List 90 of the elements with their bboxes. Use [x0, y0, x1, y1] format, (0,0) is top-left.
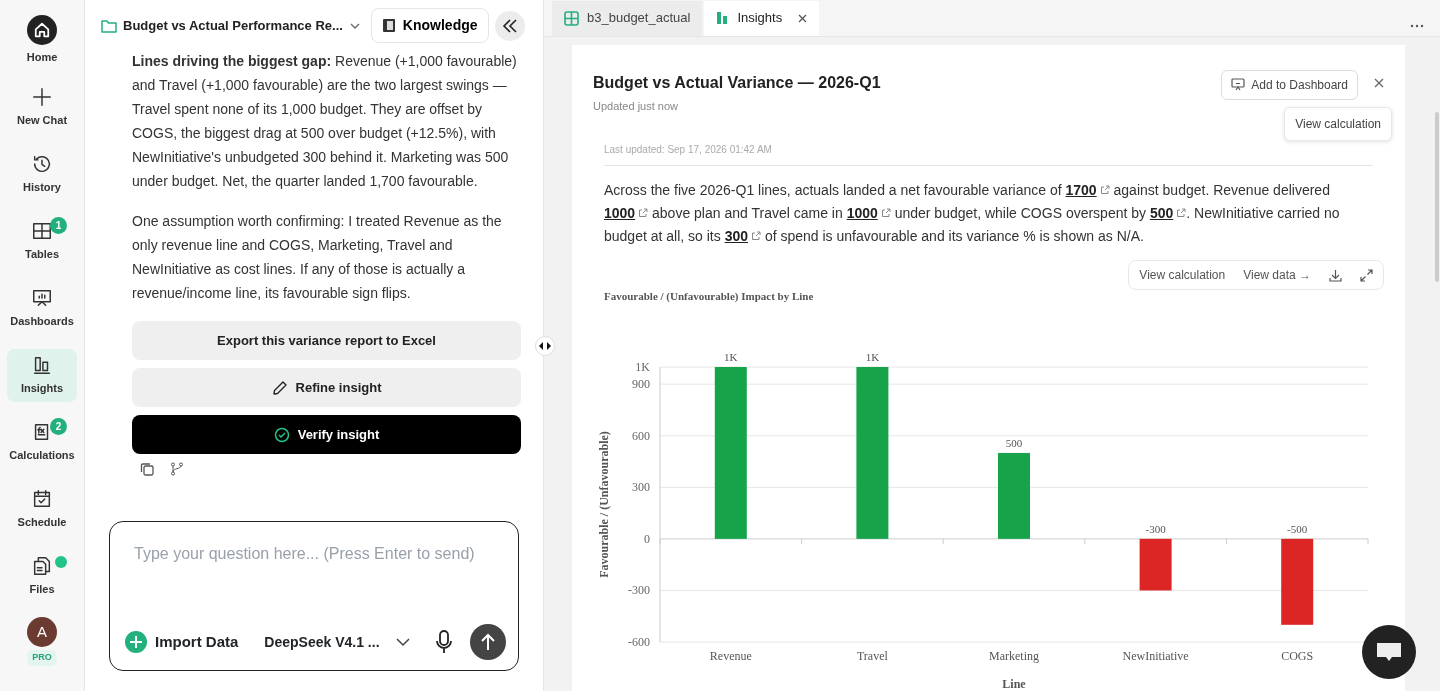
plan-badge: PRO: [27, 650, 57, 666]
plus-circle-icon: [125, 631, 147, 653]
y-axis-title: Favourable / (Unfavourable): [597, 430, 611, 578]
value-link[interactable]: 300: [724, 228, 761, 245]
count-badge: 1: [50, 217, 67, 234]
y-tick-label: -300: [628, 583, 650, 598]
bar: [1139, 538, 1172, 591]
view-calculation-button[interactable]: View calculation: [1284, 106, 1392, 141]
nav-item[interactable]: Files: [7, 550, 77, 603]
collapse-button[interactable]: [494, 10, 525, 41]
double-chevron-left-icon: [501, 18, 518, 33]
book-icon: [381, 18, 396, 33]
external-link-icon: [751, 231, 761, 242]
presentation-icon: [1231, 78, 1246, 92]
chat-input[interactable]: Type your question here... (Press Enter to send) Import Data DeepSeek V4.1 ...: [109, 521, 519, 671]
y-tick-label: 1K: [635, 359, 650, 374]
import-data-button[interactable]: Import Data: [124, 629, 240, 655]
action-button[interactable]: Refine insight: [132, 368, 521, 407]
chat-title: Budget vs Actual Performance Re...: [123, 16, 343, 35]
value-link[interactable]: 1700: [1065, 182, 1110, 199]
value-link[interactable]: 500: [1149, 205, 1187, 222]
nav-item[interactable]: Calculations 2: [7, 416, 77, 469]
message-text: One assumption worth confirming: I treated Revenue as the only revenue line and COGS, Marketing, Travel and NewInitiative as cost lines. If any of those is actually a revenue/income line, its favourable sign flips.: [132, 212, 503, 303]
value-label: 1K: [865, 350, 880, 363]
y-tick-label: -600: [628, 634, 650, 649]
action-button[interactable]: Export this variance report to Excel: [132, 321, 521, 360]
nav-item[interactable]: History: [7, 148, 77, 201]
value-label: -500: [1287, 522, 1308, 535]
resize-handle[interactable]: [535, 336, 555, 356]
microphone-button[interactable]: [434, 629, 454, 655]
chevron-down-icon[interactable]: [348, 21, 361, 30]
y-tick-label: 600: [632, 428, 650, 443]
x-tick-label: Revenue: [709, 648, 752, 663]
x-tick-label: NewInitiative: [1122, 648, 1189, 663]
value-link[interactable]: 1000: [846, 205, 891, 222]
table-icon: [564, 10, 579, 26]
external-link-icon: [1176, 208, 1187, 219]
nav-item[interactable]: Home: [7, 14, 77, 67]
external-link-icon: [880, 208, 891, 219]
view-data-button[interactable]: View data →: [1243, 266, 1311, 285]
bar-chart-icon: [716, 11, 730, 26]
microphone-icon: [435, 630, 453, 654]
send-button[interactable]: [470, 624, 506, 660]
nav-item[interactable]: Schedule: [7, 483, 77, 536]
message-text: Lines driving the biggest gap: Revenue (+1,000 favourable) and Travel (+1,000 favourable) are the two largest swings — Travel spent none of its 1,000 budget. They are offset by COGS, the biggest drag at 500 over budget (+12.5%), with NewInitiative's unbudgeted 300 behind it. Marketing was 500 under budget. Net, the quarter landed 1,700 favourable.: [132, 52, 518, 191]
updated-text: Updated just now: [593, 98, 679, 114]
copy-icon[interactable]: [140, 462, 154, 476]
knowledge-button[interactable]: Knowledge: [370, 8, 489, 43]
nav-item[interactable]: Dashboards: [7, 282, 77, 335]
double-arrow-icon: [539, 342, 551, 350]
folder-icon: [101, 18, 117, 33]
pencil-icon: [271, 379, 288, 396]
external-link-icon: [638, 208, 649, 219]
scrollbar-thumb[interactable]: [1435, 112, 1439, 282]
close-icon[interactable]: [798, 13, 808, 23]
x-tick-label: Travel: [856, 648, 888, 663]
y-tick-label: 0: [644, 531, 650, 546]
nav-item[interactable]: New Chat: [7, 81, 77, 134]
summary-text: Across the five 2026-Q1 lines, actuals landed a net favourable variance of 1700 against budget. Revenue delivered 1000 above plan and Travel came in 1000 under budget, while COGS overspent by 500 . NewInitiative carried no budget at all, so its 300 of spend is unfavourable and its variance % is shown as N/A.: [604, 181, 1341, 247]
external-link-icon: [1099, 185, 1110, 196]
x-tick-label: Marketing: [989, 648, 1039, 663]
more-icon[interactable]: [1410, 23, 1424, 28]
y-tick-label: 900: [632, 376, 650, 391]
arrow-up-icon: [480, 633, 496, 651]
last-updated-text: Last updated: Sep 17, 2026 01:42 AM: [604, 142, 1373, 167]
tab[interactable]: b3_budget_actual: [552, 0, 703, 36]
x-axis-title: Line: [1002, 676, 1026, 691]
branch-icon[interactable]: [170, 462, 184, 476]
tab[interactable]: Insights: [704, 0, 820, 36]
count-badge: 2: [50, 418, 67, 435]
chart-title: Favourable / (Unfavourable) Impact by Line: [604, 289, 815, 305]
nav-item[interactable]: Insights: [7, 349, 77, 402]
model-selector[interactable]: DeepSeek V4.1 ...: [263, 630, 411, 654]
value-label: 1K: [724, 350, 738, 363]
nav-item[interactable]: Tables 1: [7, 215, 77, 268]
add-to-dashboard-button[interactable]: Add to Dashboard: [1221, 69, 1358, 100]
check-badge-icon: [273, 426, 290, 443]
value-label: 500: [1005, 436, 1023, 449]
close-icon[interactable]: [1374, 77, 1384, 88]
value-link[interactable]: 1000: [604, 205, 649, 222]
expand-icon[interactable]: [1360, 268, 1373, 282]
download-icon[interactable]: [1329, 268, 1342, 282]
chevron-down-icon: [395, 637, 410, 647]
x-tick-label: COGS: [1281, 648, 1314, 663]
view-calculation-button[interactable]: View calculation: [1139, 266, 1226, 285]
action-button[interactable]: Verify insight: [132, 415, 521, 454]
y-tick-label: 300: [632, 480, 650, 495]
insight-title: Budget vs Actual Variance — 2026-Q1: [593, 72, 881, 92]
value-label: -300: [1145, 522, 1166, 535]
user-avatar[interactable]: A: [27, 617, 57, 647]
